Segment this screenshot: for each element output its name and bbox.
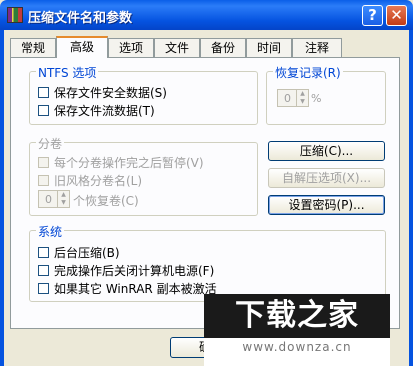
- compress-button[interactable]: 压缩(C)...: [268, 141, 385, 161]
- checkbox-box[interactable]: [38, 282, 49, 294]
- recovery-percent-value: 0: [284, 92, 291, 105]
- watermark-logo: 下载之家: [204, 294, 390, 338]
- watermark-url: www.downza.cn: [242, 340, 352, 354]
- save-security-checkbox[interactable]: 保存文件安全数据(S): [38, 84, 167, 100]
- window-border-left: [0, 30, 4, 366]
- tab-time[interactable]: 时间: [246, 38, 292, 57]
- ntfs-group-title: NTFS 选项: [36, 64, 99, 81]
- winrar-icon: [7, 7, 23, 23]
- tab-advanced[interactable]: 高级: [56, 36, 108, 58]
- window-border-right: [409, 30, 413, 366]
- recovery-volumes-value: 0: [45, 193, 52, 206]
- checkbox-box[interactable]: [38, 86, 49, 98]
- checkbox-label: 完成操作后关闭计算机电源(F): [54, 263, 215, 278]
- close-button[interactable]: ✕: [386, 5, 407, 26]
- dialog-window: 压缩文件名和参数 ? ✕ 常规 高级 选项 文件 备份 时间 注释 NTFS 选…: [0, 0, 413, 366]
- recovery-unit: %: [311, 92, 322, 105]
- wait-other-winrar-checkbox[interactable]: 如果其它 WinRAR 副本被激活: [38, 280, 217, 296]
- sfx-options-button: 自解压选项(X)...: [268, 168, 385, 188]
- checkbox-label: 保存文件安全数据(S): [54, 85, 167, 100]
- checkbox-box[interactable]: [38, 104, 49, 116]
- checkbox-label: 如果其它 WinRAR 副本被激活: [54, 281, 217, 296]
- recovery-group-title: 恢复记录(R): [273, 64, 343, 81]
- old-style-volume-checkbox: 旧风格分卷名(L): [38, 172, 142, 188]
- set-password-button[interactable]: 设置密码(P)...: [268, 195, 385, 215]
- tab-general[interactable]: 常规: [10, 38, 56, 57]
- checkbox-label: 保存文件流数据(T): [54, 103, 155, 118]
- pause-after-volume-checkbox: 每个分卷操作完之后暂停(V): [38, 154, 204, 170]
- checkbox-label: 后台压缩(B): [54, 245, 120, 260]
- title-bar: 压缩文件名和参数 ? ✕: [0, 0, 413, 30]
- tab-options[interactable]: 选项: [108, 38, 154, 57]
- spinner-arrows-icon: ▲ ▼: [57, 191, 69, 207]
- save-streams-checkbox[interactable]: 保存文件流数据(T): [38, 102, 155, 118]
- tab-comment[interactable]: 注释: [292, 38, 342, 57]
- recovery-volumes-label: 个恢复卷(C): [73, 194, 139, 208]
- background-compress-checkbox[interactable]: 后台压缩(B): [38, 244, 120, 260]
- spinner-arrows-icon: ▲ ▼: [296, 90, 308, 106]
- window-title: 压缩文件名和参数: [28, 11, 133, 26]
- shutdown-after-checkbox[interactable]: 完成操作后关闭计算机电源(F): [38, 262, 214, 278]
- checkbox-label: 每个分卷操作完之后暂停(V): [54, 155, 204, 170]
- checkbox-box[interactable]: [38, 264, 49, 276]
- checkbox-box: [38, 174, 49, 186]
- checkbox-box: [38, 156, 49, 168]
- recovery-volumes-spinner: 0 ▲ ▼: [38, 190, 70, 208]
- system-group-title: 系统: [36, 223, 65, 240]
- volume-group-title: 分卷: [36, 135, 65, 152]
- tab-files[interactable]: 文件: [154, 38, 200, 57]
- checkbox-label: 旧风格分卷名(L): [54, 173, 143, 188]
- checkbox-box[interactable]: [38, 246, 49, 258]
- site-watermark: 下载之家 www.downza.cn: [204, 294, 390, 366]
- tab-backup[interactable]: 备份: [200, 38, 246, 57]
- recovery-percent-spinner: 0 ▲ ▼: [277, 89, 309, 107]
- help-button[interactable]: ?: [362, 5, 383, 26]
